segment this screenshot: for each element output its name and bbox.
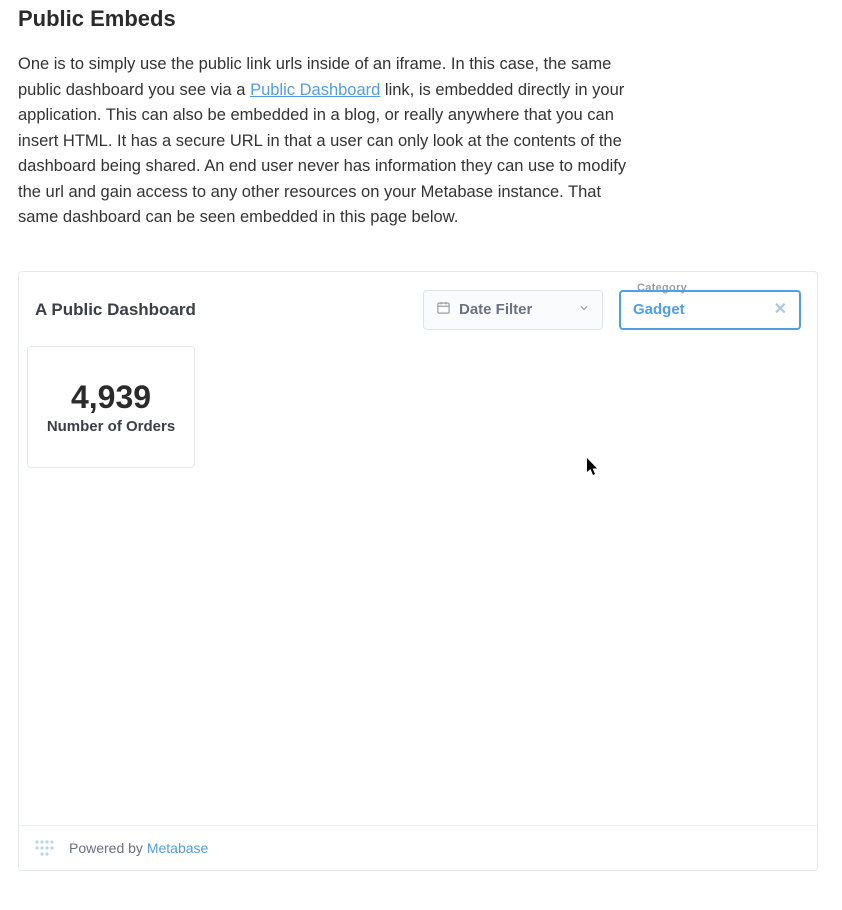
intro-paragraph: One is to simply use the public link url… [18,52,638,231]
powered-by-text: Powered by Metabase [69,840,208,856]
chevron-down-icon [578,301,590,318]
metabase-link[interactable]: Metabase [147,840,208,856]
embedded-dashboard-frame: A Public Dashboard Date Filter [18,271,818,871]
filter-group: Date Filter Category Gadget ✕ [423,290,801,330]
page-title: Public Embeds [18,6,824,32]
close-icon[interactable]: ✕ [774,302,787,318]
category-filter-wrap: Category Gadget ✕ [619,290,801,330]
footer-prefix: Powered by [69,840,147,856]
orders-count-card[interactable]: 4,939 Number of Orders [27,346,195,468]
dashboard-header: A Public Dashboard Date Filter [19,272,817,330]
category-filter[interactable]: Gadget ✕ [619,290,801,330]
date-filter-label: Date Filter [459,301,532,318]
dashboard-title: A Public Dashboard [35,300,411,320]
calendar-icon [436,300,451,319]
orders-count-label: Number of Orders [47,418,175,435]
dashboard-body: 4,939 Number of Orders [19,330,817,825]
public-dashboard-link[interactable]: Public Dashboard [250,81,380,99]
dashboard-footer: Powered by Metabase [19,825,817,870]
metabase-logo-icon [33,836,57,860]
category-filter-value: Gadget [633,301,685,318]
intro-text-after: link, is embedded directly in your appli… [18,81,626,227]
orders-count-value: 4,939 [71,379,151,416]
date-filter-dropdown[interactable]: Date Filter [423,290,603,330]
